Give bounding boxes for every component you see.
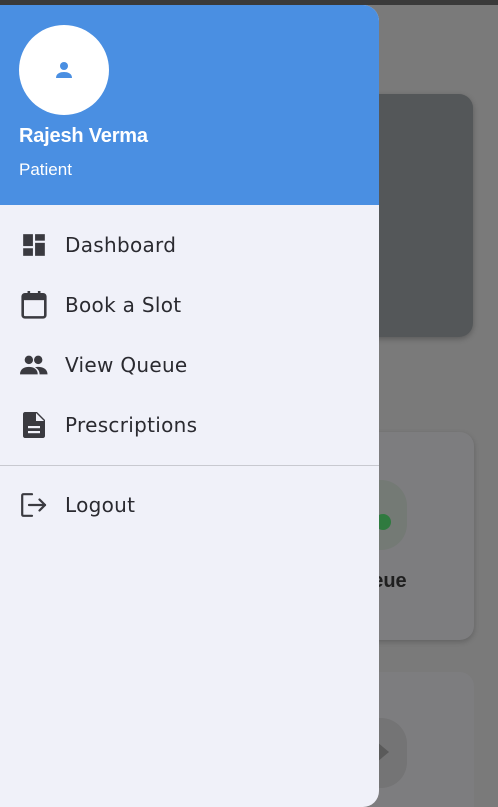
avatar <box>19 25 109 115</box>
menu-item-dashboard[interactable]: Dashboard <box>0 217 379 273</box>
menu-divider <box>0 465 379 466</box>
dashboard-icon <box>20 231 48 259</box>
person-icon <box>52 58 76 82</box>
user-name: Rajesh Verma <box>19 125 148 147</box>
user-role: Patient <box>19 160 72 179</box>
app-screen: ueue Rajesh Verma Patient Dashboard Book… <box>0 0 498 807</box>
menu-item-logout[interactable]: Logout <box>0 477 379 533</box>
menu-item-label: Logout <box>65 493 136 517</box>
document-icon <box>20 411 48 439</box>
menu-item-label: Prescriptions <box>65 413 198 437</box>
navigation-drawer: Rajesh Verma Patient Dashboard Book a Sl… <box>0 5 379 807</box>
menu-item-view-queue[interactable]: View Queue <box>0 337 379 393</box>
logout-icon <box>20 491 48 519</box>
menu-item-label: Book a Slot <box>65 293 182 317</box>
menu-item-prescriptions[interactable]: Prescriptions <box>0 397 379 453</box>
menu-item-label: View Queue <box>65 353 188 377</box>
menu-item-book-slot[interactable]: Book a Slot <box>0 277 379 333</box>
drawer-header: Rajesh Verma Patient <box>0 5 379 205</box>
people-icon <box>20 351 48 379</box>
menu-item-label: Dashboard <box>65 233 177 257</box>
calendar-icon <box>20 291 48 319</box>
